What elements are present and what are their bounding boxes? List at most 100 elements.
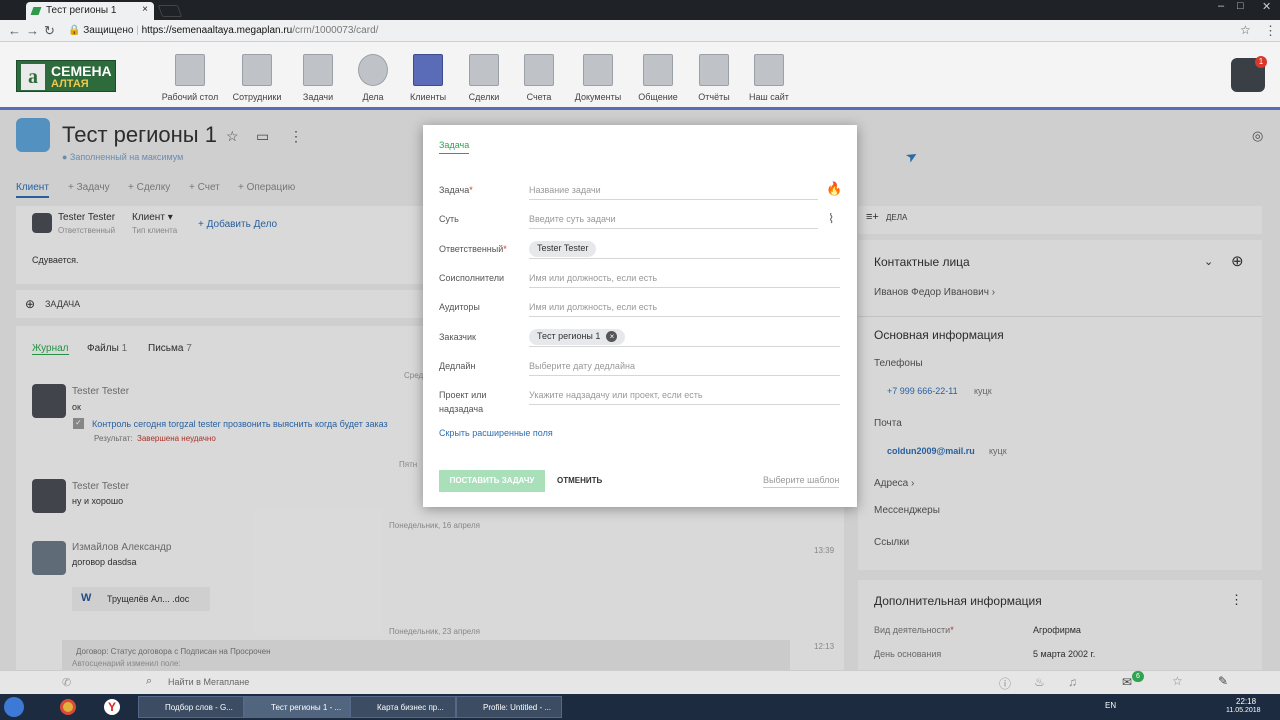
nav-documents[interactable]: Документы	[566, 54, 630, 102]
bottom-bar: ✆ ⌕ Найти в Мегаплане ⓘ ♨ ♫ ✉ 6 ☆ ✎	[0, 670, 1280, 694]
lock-icon: 🔒	[68, 25, 81, 36]
task-name-input[interactable]: Название задачи	[529, 185, 601, 195]
logo-text: СЕМЕНА	[51, 63, 112, 79]
search-icon: ⌕	[146, 675, 153, 687]
clients-icon	[413, 54, 443, 86]
address-bar[interactable]: 🔒 Защищено | https://semenaaltaya.megapl…	[62, 22, 1258, 40]
nav-site[interactable]: Наш сайт	[737, 54, 801, 102]
chrome-pinned-icon[interactable]	[56, 696, 84, 718]
nav-employees[interactable]: Сотрудники	[225, 54, 289, 102]
briefcase-icon	[469, 54, 499, 86]
yandex-browser-icon[interactable]: Y	[100, 696, 128, 718]
desktop-icon	[175, 54, 205, 86]
clock-icon	[358, 54, 388, 86]
fire-icon[interactable]: ♨	[1034, 675, 1045, 689]
fire-icon[interactable]: 🔥	[826, 181, 842, 197]
chat-icon[interactable]: ✉	[1122, 675, 1132, 689]
clock-time[interactable]: 22:18	[1236, 697, 1256, 706]
site-icon	[754, 54, 784, 86]
cancel-button[interactable]: ОТМЕНИТЬ	[557, 476, 602, 485]
task-field-label-text: Задача	[439, 185, 470, 195]
reports-icon	[699, 54, 729, 86]
nav-label: Сотрудники	[232, 92, 282, 102]
alert-icon[interactable]: ⓘ	[999, 675, 1011, 692]
nav-chat[interactable]: Общение	[626, 54, 690, 102]
url-host: https://semenaaltaya.megaplan.ru	[141, 25, 293, 36]
responsible-field-label: Ответственный*	[439, 244, 507, 254]
nav-label: Общение	[638, 92, 678, 102]
coexecutors-input[interactable]: Имя или должность, если есть	[529, 273, 657, 283]
nav-label: Рабочий стол	[161, 92, 219, 102]
nav-label: Задачи	[302, 92, 334, 102]
taskbar-window-4[interactable]: Profile: Untitled - ...	[456, 696, 562, 718]
back-arrow-icon[interactable]: ←	[8, 23, 21, 38]
browser-tabbar: Тест регионы 1 × – □ ✕	[0, 0, 1280, 20]
app-header: a СЕМЕНА АЛТАЯ Рабочий стол Сотрудники З…	[0, 42, 1280, 110]
forward-arrow-icon[interactable]: →	[26, 23, 39, 38]
remove-chip-icon[interactable]: ×	[606, 331, 618, 342]
logo-mark: a	[21, 64, 45, 90]
taskbar-window-3[interactable]: Карта бизнес пр...	[350, 696, 456, 718]
input-underline	[529, 199, 818, 200]
taskbar-window-2[interactable]: Тест регионы 1 - ...	[244, 696, 350, 718]
submit-task-button[interactable]: ПОСТАВИТЬ ЗАДАЧУ	[439, 470, 545, 492]
taskbar-window-1[interactable]: Подбор слов - G...	[138, 696, 244, 718]
project-label-2: надзадача	[439, 404, 484, 414]
clock-date[interactable]: 11.05.2018	[1226, 707, 1261, 714]
documents-icon	[583, 54, 613, 86]
reload-icon[interactable]: ↻	[44, 23, 55, 39]
nav-label: Отчёты	[698, 92, 730, 102]
browser-tab[interactable]: Тест регионы 1 ×	[26, 2, 154, 20]
tab-close-icon[interactable]: ×	[142, 4, 148, 15]
input-underline	[529, 346, 840, 347]
url-path: /crm/1000073/card/	[292, 25, 379, 36]
attach-paperclip-icon[interactable]: ⌇	[828, 211, 834, 227]
close-window-button[interactable]: ✕	[1262, 0, 1271, 13]
customer-chip-text: Тест регионы 1	[537, 331, 601, 341]
windows-taskbar: Y Подбор слов - G... Тест регионы 1 - ..…	[0, 694, 1280, 720]
input-underline	[529, 258, 840, 259]
nav-desktop[interactable]: Рабочий стол	[158, 54, 222, 102]
nav-invoices[interactable]: Счета	[507, 54, 571, 102]
maximize-button[interactable]: □	[1237, 0, 1244, 12]
minimize-button[interactable]: –	[1218, 0, 1224, 12]
tasks-icon	[303, 54, 333, 86]
modal-tab-task[interactable]: Задача	[439, 140, 470, 154]
bell-icon[interactable]: ♫	[1068, 675, 1077, 689]
auditors-input[interactable]: Имя или должность, если есть	[529, 302, 657, 312]
nav-clients[interactable]: Клиенты	[396, 54, 460, 102]
input-underline	[529, 316, 840, 317]
new-tab-button[interactable]	[157, 5, 183, 17]
browser-toolbar: ← → ↻ 🔒 Защищено | https://semenaaltaya.…	[0, 20, 1280, 42]
nav-label: Документы	[574, 92, 622, 102]
input-underline	[529, 287, 840, 288]
responsible-chip[interactable]: Tester Tester	[529, 241, 597, 257]
phone-icon[interactable]: ✆	[62, 676, 71, 689]
favorites-star-icon[interactable]: ☆	[1172, 674, 1183, 688]
deadline-input[interactable]: Выберите дату дедлайна	[529, 361, 635, 371]
deadline-label: Дедлайн	[439, 361, 476, 371]
customer-chip[interactable]: Тест регионы 1 ×	[529, 329, 626, 345]
essence-input[interactable]: Введите суть задачи	[529, 214, 616, 224]
nav-label: Клиенты	[409, 92, 447, 102]
start-button-icon[interactable]	[4, 697, 24, 717]
input-underline	[529, 404, 840, 405]
hide-extended-fields-link[interactable]: Скрыть расширенные поля	[439, 428, 553, 438]
secure-label: Защищено	[83, 25, 134, 36]
chat-badge: 6	[1132, 671, 1144, 682]
project-label-1: Проект или	[439, 390, 487, 400]
company-logo[interactable]: a СЕМЕНА АЛТАЯ	[16, 60, 116, 92]
invoice-icon	[524, 54, 554, 86]
input-underline	[529, 228, 818, 229]
template-select[interactable]: Выберите шаблон	[763, 475, 840, 488]
employees-icon	[242, 54, 272, 86]
browser-menu-icon[interactable]: ⋮	[1264, 23, 1277, 39]
feedback-icon[interactable]: ✎	[1218, 674, 1228, 688]
project-input[interactable]: Укажите надзадачу или проект, если есть	[529, 390, 703, 400]
auditors-label: Аудиторы	[439, 302, 480, 312]
task-field-label: Задача*	[439, 185, 473, 195]
language-indicator[interactable]: EN	[1105, 701, 1116, 710]
bookmark-star-icon[interactable]: ☆	[1240, 23, 1251, 37]
nav-label: Сделки	[468, 92, 500, 102]
global-search-input[interactable]: Найти в Мегаплане	[168, 677, 249, 687]
